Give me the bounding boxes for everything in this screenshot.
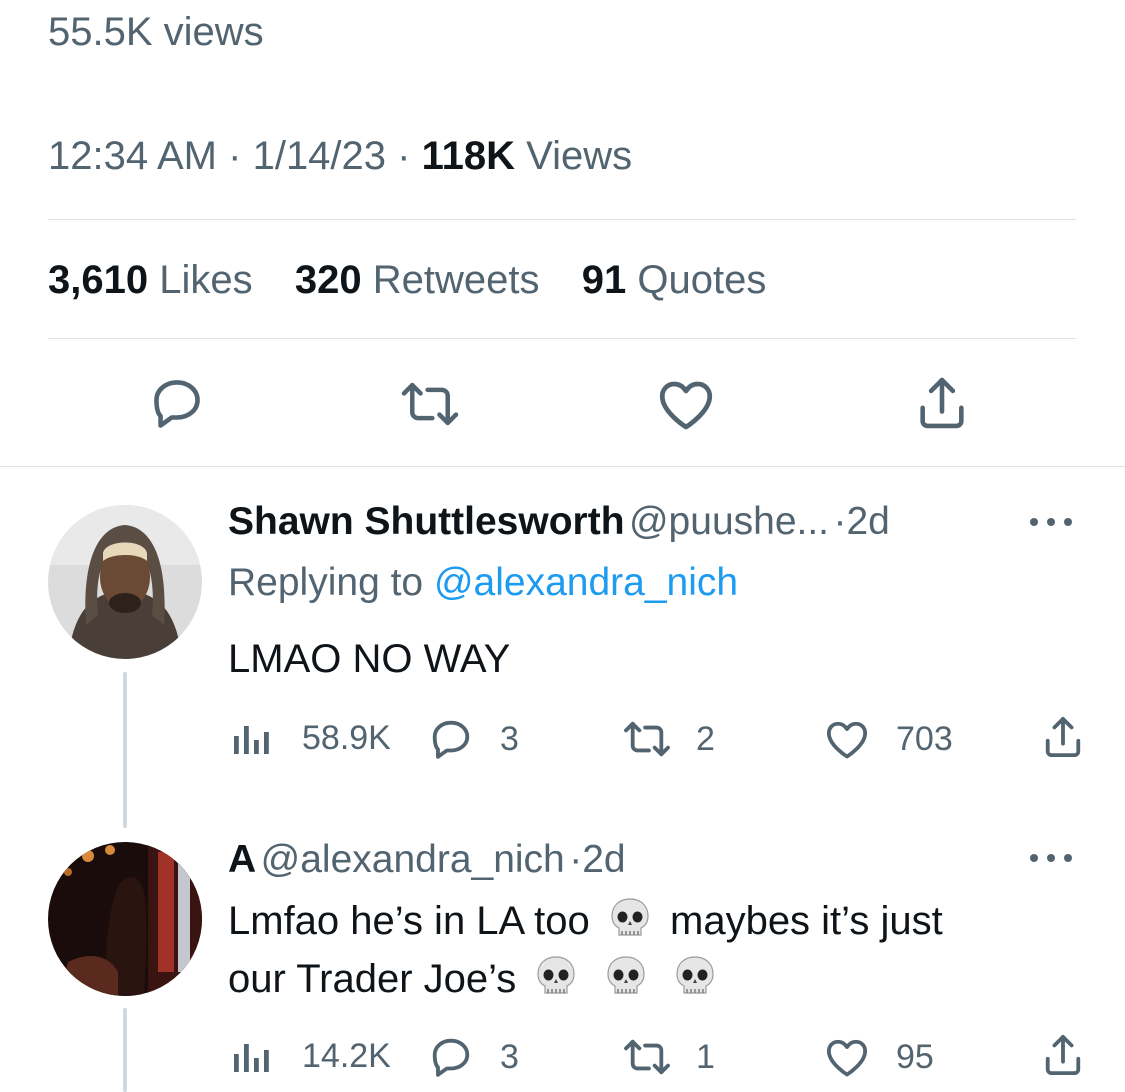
thread-line xyxy=(123,1008,127,1092)
retweets-count: 320 xyxy=(294,258,362,302)
more-icon xyxy=(1030,854,1072,862)
tweet-time[interactable]: 12:34 AM xyxy=(48,134,217,178)
views-count: 118K xyxy=(421,134,516,178)
likes-count: 3,610 xyxy=(48,258,149,302)
post-age[interactable]: 2d xyxy=(846,500,889,543)
likes-stat[interactable]: 3,610 Likes xyxy=(48,258,264,302)
author-name[interactable]: Shawn Shuttlesworth xyxy=(228,500,625,543)
retweets-stat[interactable]: 320 Retweets xyxy=(295,258,551,302)
views-line: 55.5K views xyxy=(48,10,264,54)
retweet-count: 1 xyxy=(696,1037,715,1076)
like-icon xyxy=(826,1039,868,1077)
divider xyxy=(0,466,1125,467)
share-button[interactable] xyxy=(1042,714,1084,760)
replying-to-line: Replying to @alexandra_nich xyxy=(228,561,738,605)
more-button[interactable] xyxy=(1026,846,1076,870)
more-button[interactable] xyxy=(1026,510,1076,534)
reply-count: 3 xyxy=(500,719,519,758)
timestamp-line: 12:34 AM · 1/14/23 · 118K Views xyxy=(48,134,632,179)
retweet-stat[interactable]: 2 xyxy=(622,718,715,760)
reply-header: A @alexandra_nich ·2d xyxy=(228,838,626,882)
divider xyxy=(48,219,1076,220)
share-icon xyxy=(1045,1034,1081,1076)
retweet-icon xyxy=(624,1039,670,1075)
views-label: Views xyxy=(526,134,633,178)
retweet-stat[interactable]: 1 xyxy=(622,1036,715,1078)
like-button[interactable] xyxy=(656,376,716,432)
author-handle[interactable]: @alexandra_nich xyxy=(261,838,565,881)
skull-emoji xyxy=(676,956,714,994)
reply-stat[interactable]: 3 xyxy=(428,1034,519,1080)
like-stat[interactable]: 703 xyxy=(824,718,953,760)
author-name[interactable]: A xyxy=(228,838,256,881)
skull-emoji xyxy=(611,898,649,936)
reply-text-part: Lmfao he’s in LA too xyxy=(228,899,590,943)
views-count: 14.2K xyxy=(302,1036,391,1075)
retweet-button[interactable] xyxy=(398,378,462,430)
reply-button[interactable] xyxy=(148,374,206,432)
like-count: 703 xyxy=(896,719,953,758)
views-count: 58.9K xyxy=(302,718,391,757)
like-icon xyxy=(826,721,868,759)
tweet-date[interactable]: 1/14/23 xyxy=(253,134,386,178)
reply-text-part: maybes it’s just xyxy=(670,899,943,943)
replying-to-handle[interactable]: @alexandra_nich xyxy=(434,561,738,604)
retweets-label: Retweets xyxy=(372,258,540,302)
thread-line xyxy=(123,672,127,828)
reply-icon xyxy=(154,380,200,428)
like-stat[interactable]: 95 xyxy=(824,1036,934,1078)
avatar[interactable] xyxy=(48,505,202,659)
views-stat[interactable]: 58.9K xyxy=(232,718,391,758)
divider xyxy=(48,338,1076,339)
separator-dot: · xyxy=(569,838,583,881)
views-stat[interactable]: 14.2K xyxy=(232,1036,391,1076)
post-age[interactable]: 2d xyxy=(582,838,625,881)
views-icon xyxy=(234,1044,269,1072)
separator-dot: · xyxy=(397,134,422,178)
more-icon xyxy=(1030,518,1072,526)
like-count: 95 xyxy=(896,1037,934,1076)
like-icon xyxy=(659,381,713,430)
reply-text: Lmfao he’s in LA too maybes it’s just ou… xyxy=(228,892,1088,1008)
share-button[interactable] xyxy=(1042,1032,1084,1078)
separator-dot: · xyxy=(833,500,847,543)
skull-emoji xyxy=(537,956,576,994)
separator-dot: · xyxy=(228,134,253,178)
share-icon xyxy=(920,377,964,429)
reply-stat[interactable]: 3 xyxy=(428,716,519,762)
avatar[interactable] xyxy=(48,842,202,996)
replying-to-prefix: Replying to xyxy=(228,561,424,604)
reply-header: Shawn Shuttlesworth @puushe... ·2d xyxy=(228,500,890,544)
likes-label: Likes xyxy=(159,258,253,302)
author-handle[interactable]: @puushe... xyxy=(629,500,829,543)
quotes-stat[interactable]: 91 Quotes xyxy=(582,258,767,302)
share-button[interactable] xyxy=(914,374,970,432)
reply-text-part: our Trader Joe’s xyxy=(228,957,517,1001)
skull-emoji xyxy=(606,956,645,994)
reply-icon xyxy=(432,720,470,759)
reply-text: LMAO NO WAY xyxy=(228,637,511,681)
reply-count: 3 xyxy=(500,1037,519,1076)
quotes-label: Quotes xyxy=(637,258,767,302)
reply-icon xyxy=(432,1038,470,1077)
share-icon xyxy=(1045,716,1081,758)
retweet-icon xyxy=(624,721,670,757)
views-icon xyxy=(234,726,269,754)
retweet-count: 2 xyxy=(696,719,715,758)
retweet-icon xyxy=(401,382,459,426)
quotes-count: 91 xyxy=(581,258,627,302)
engagement-stats: 3,610 Likes 320 Retweets 91 Quotes xyxy=(48,258,766,303)
